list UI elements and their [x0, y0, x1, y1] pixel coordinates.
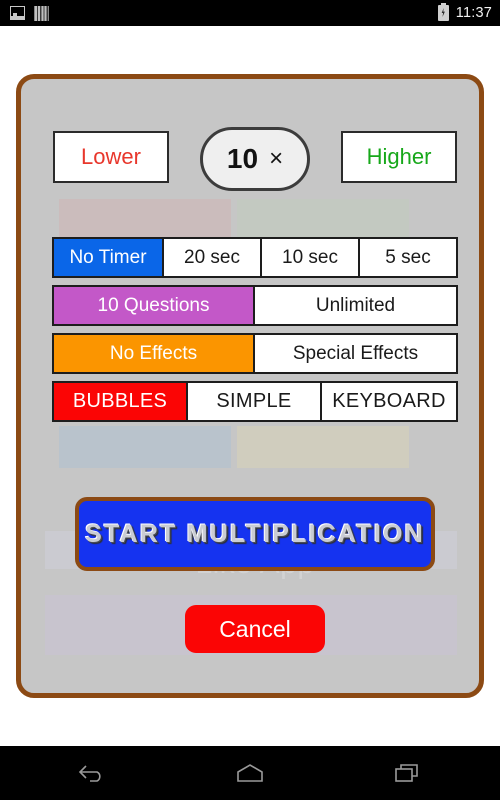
cancel-button[interactable]: Cancel [185, 605, 325, 653]
ghost-panel-c [59, 426, 231, 468]
option-keyboard[interactable]: KEYBOARD [322, 383, 456, 420]
option-5-sec[interactable]: 5 sec [360, 239, 456, 276]
status-bar-clock: 11:37 [455, 5, 492, 21]
option-unlimited[interactable]: Unlimited [255, 287, 456, 324]
lower-button[interactable]: Lower [53, 131, 169, 183]
ghost-panel-d [237, 426, 409, 468]
screenshot-icon [10, 6, 25, 20]
home-icon[interactable] [227, 756, 273, 790]
input-mode-option-row: BUBBLES SIMPLE KEYBOARD [52, 381, 458, 422]
android-navigation-bar [0, 746, 500, 800]
option-10-sec[interactable]: 10 sec [262, 239, 360, 276]
question-count-option-row: 10 Questions Unlimited [52, 285, 458, 326]
option-simple[interactable]: SIMPLE [188, 383, 322, 420]
recents-icon[interactable] [385, 756, 431, 790]
timer-option-row: No Timer 20 sec 10 sec 5 sec [52, 237, 458, 278]
option-bubbles[interactable]: BUBBLES [54, 383, 188, 420]
multiply-icon: × [269, 145, 284, 172]
status-bar-left-icons [10, 5, 49, 21]
back-icon[interactable] [69, 756, 115, 790]
option-20-sec[interactable]: 20 sec [164, 239, 262, 276]
status-bar: 11:37 [0, 0, 500, 26]
factor-value: 10 [226, 143, 259, 174]
start-multiplication-button[interactable]: START MULTIPLICATION [75, 497, 435, 571]
app-content-area: Like App Lower 10 × Higher No Timer 20 s… [0, 26, 500, 746]
settings-dialog: Like App Lower 10 × Higher No Timer 20 s… [16, 74, 484, 698]
factor-display[interactable]: 10 × [200, 127, 310, 191]
battery-charging-icon [437, 2, 449, 21]
option-no-effects[interactable]: No Effects [54, 335, 255, 372]
option-special-effects[interactable]: Special Effects [255, 335, 456, 372]
status-bar-right: 11:37 [437, 2, 492, 21]
difficulty-row: Lower 10 × Higher [21, 127, 479, 193]
option-10-questions[interactable]: 10 Questions [54, 287, 255, 324]
higher-button[interactable]: Higher [341, 131, 457, 183]
effects-option-row: No Effects Special Effects [52, 333, 458, 374]
bars-icon [34, 5, 49, 21]
option-no-timer[interactable]: No Timer [54, 239, 164, 276]
